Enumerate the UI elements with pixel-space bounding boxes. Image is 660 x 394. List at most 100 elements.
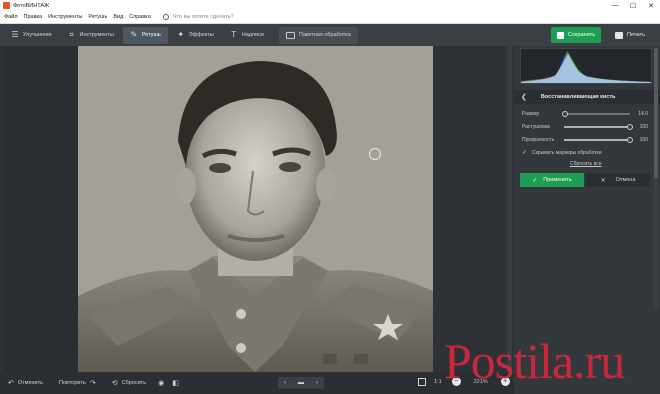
folder-icon[interactable]: ▬	[298, 380, 304, 386]
check-icon: ✓	[532, 177, 538, 184]
batch-label: Пакетная обработка	[298, 32, 351, 38]
compare-icon[interactable]: ◧	[172, 379, 179, 387]
tab-captions[interactable]: T Надписи	[223, 27, 271, 44]
tab-retouch[interactable]: ✎ Ретушь	[122, 26, 168, 44]
redo-button[interactable]: Повторить ↷	[59, 379, 96, 387]
feather-label: Растушевка	[522, 124, 550, 130]
menu-help[interactable]: Справка	[129, 14, 151, 20]
slider-thumb[interactable]	[627, 137, 633, 143]
batch-icon	[285, 31, 295, 39]
redo-label: Повторить	[59, 380, 86, 386]
maximize-button[interactable]: ☐	[624, 0, 642, 11]
save-label: Сохранить	[567, 32, 596, 38]
eye-icon[interactable]: ◉	[158, 379, 164, 387]
brush-icon: ✎	[130, 30, 138, 39]
menu-retouch[interactable]: Ретушь	[88, 14, 107, 20]
tab-label: Эффекты	[188, 32, 214, 38]
search-box	[162, 14, 273, 20]
title-bar: ФотоВИНТАЖ — ☐ ✕	[0, 0, 660, 11]
tab-label: Ретушь	[141, 32, 161, 38]
opacity-slider[interactable]	[564, 137, 633, 143]
hide-markers-label: Скрывать маркеры обработки	[532, 150, 602, 156]
feather-slider[interactable]	[564, 124, 633, 130]
tab-label: Улучшения	[23, 32, 52, 38]
slider-fill	[564, 139, 630, 141]
print-label: Печать	[626, 32, 646, 38]
magic-wand-icon: ✦	[177, 30, 185, 39]
reset-icon: ⟲	[111, 380, 118, 387]
save-icon	[556, 31, 564, 39]
undo-icon: ↶	[8, 380, 14, 387]
reset-label: Сбросить	[121, 380, 147, 386]
apply-button[interactable]: ✓ Применить	[520, 173, 584, 187]
text-icon: T	[231, 30, 237, 39]
apply-label: Применить	[543, 177, 572, 183]
menu-bar: Файл Правка Инструменты Ретушь Вид Справ…	[0, 11, 660, 24]
watermark-text: Postila.ru	[444, 333, 625, 389]
image-canvas[interactable]	[0, 46, 514, 372]
menu-file[interactable]: Файл	[4, 14, 18, 20]
cancel-label: Отмена	[615, 177, 636, 183]
slider-thumb[interactable]	[562, 111, 569, 117]
canvas-backdrop	[4, 46, 78, 372]
menu-edit[interactable]: Правка	[24, 14, 43, 20]
brush-cursor	[369, 148, 381, 160]
cancel-button[interactable]: ✕ Отмена	[586, 173, 650, 187]
main-toolbar: ☰ Улучшения ⌗ Инструменты ✎ Ретушь ✦ Эфф…	[0, 24, 660, 46]
opacity-label: Прозрачность	[522, 137, 555, 143]
panel-title: Восстанавливающая кисть	[540, 94, 616, 100]
hide-markers-option[interactable]: ✓ Скрывать маркеры обработки	[522, 150, 602, 156]
size-slider-row: Размер 14,0	[522, 109, 648, 119]
sliders-icon: ☰	[11, 30, 19, 39]
canvas-scrollbar[interactable]	[507, 46, 512, 372]
tab-label: Инструменты	[79, 32, 114, 38]
prev-image-button[interactable]: ‹	[284, 380, 286, 386]
checkmark-icon[interactable]: ✓	[522, 150, 528, 156]
status-bar: ↶ Отменить Повторить ↷ ⟲ Сбросить ◉ ◧ ‹ …	[0, 372, 514, 394]
search-input[interactable]	[172, 14, 273, 20]
panel-scrollbar[interactable]	[654, 48, 658, 308]
print-button[interactable]: Печать	[606, 27, 654, 43]
tab-tools[interactable]: ⌗ Инструменты	[61, 27, 121, 44]
feather-value: 100	[639, 124, 648, 130]
save-button[interactable]: Сохранить	[551, 27, 601, 43]
close-icon: ✕	[600, 177, 606, 184]
search-icon	[162, 14, 169, 20]
undo-label: Отменить	[17, 380, 44, 386]
portrait-illustration	[78, 46, 433, 372]
menu-view[interactable]: Вид	[113, 14, 123, 20]
panel-header: ❮ Восстанавливающая кисть	[514, 90, 660, 104]
tab-effects[interactable]: ✦ Эффекты	[170, 27, 221, 44]
size-label: Размер	[522, 111, 540, 117]
actual-size-icon[interactable]: 1:1	[434, 379, 442, 385]
feather-slider-row: Растушевка 100	[522, 122, 648, 132]
opacity-value: 100	[639, 137, 648, 143]
scrollbar-thumb[interactable]	[654, 48, 658, 178]
tab-enhancements[interactable]: ☰ Улучшения	[4, 27, 59, 44]
size-slider[interactable]	[562, 111, 630, 117]
slider-thumb[interactable]	[627, 124, 633, 130]
fit-to-screen-icon[interactable]	[418, 377, 426, 386]
window-controls: — ☐ ✕	[606, 0, 660, 11]
close-button[interactable]: ✕	[642, 0, 660, 11]
menu-tools[interactable]: Инструменты	[48, 14, 82, 20]
slider-fill	[564, 126, 630, 128]
size-value: 14,0	[638, 111, 648, 117]
reset-button[interactable]: ⟲ Сбросить	[112, 379, 146, 387]
minimize-button[interactable]: —	[606, 0, 624, 11]
redo-icon: ↷	[89, 380, 96, 387]
histogram-graph	[521, 51, 651, 83]
batch-processing-button[interactable]: Пакетная обработка	[278, 26, 358, 44]
image-navigation: ‹ ▬ ›	[278, 377, 324, 389]
app-logo-icon	[3, 2, 10, 9]
next-image-button[interactable]: ›	[316, 380, 318, 386]
crop-icon: ⌗	[69, 30, 74, 39]
tab-label: Надписи	[241, 32, 264, 38]
histogram	[520, 48, 652, 84]
undo-button[interactable]: ↶ Отменить	[8, 379, 43, 387]
photo-portrait[interactable]	[78, 46, 433, 372]
opacity-slider-row: Прозрачность 100	[522, 135, 648, 145]
window-title: ФотоВИНТАЖ	[13, 2, 50, 9]
reset-all-link[interactable]: Сбросить все	[570, 161, 602, 167]
back-arrow-icon[interactable]: ❮	[521, 93, 527, 101]
